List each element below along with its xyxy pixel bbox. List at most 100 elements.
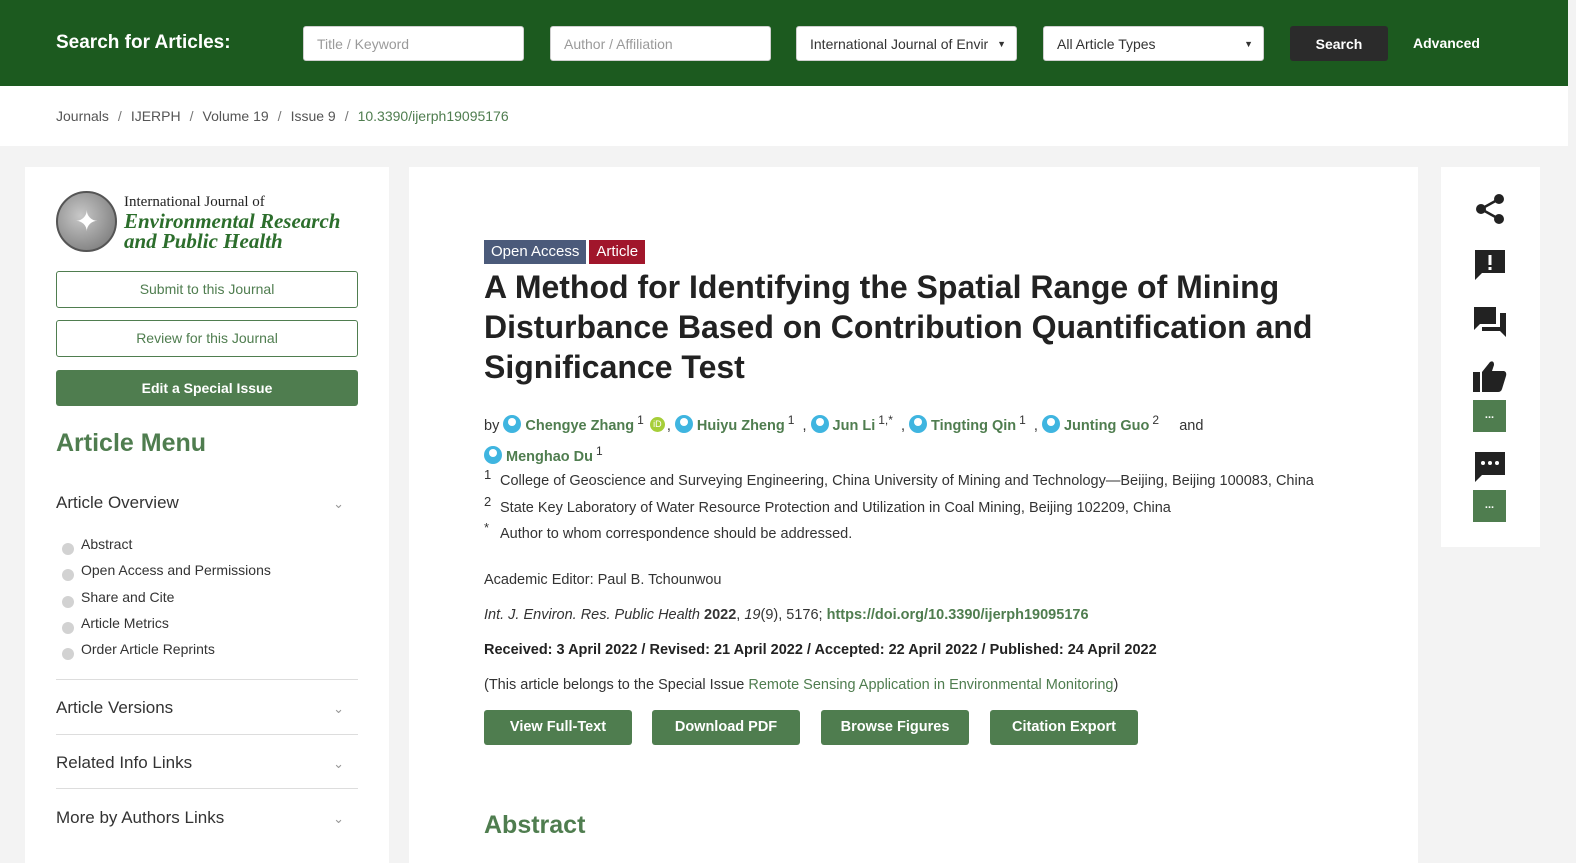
- browse-figures-button[interactable]: Browse Figures: [821, 710, 969, 745]
- author-huiyu-zheng[interactable]: Huiyu Zheng 1: [674, 413, 794, 434]
- author-profile-icon: [810, 414, 829, 433]
- article-title: A Method for Identifying the Spatial Ran…: [484, 269, 1313, 385]
- author-affiliation-mark: 1: [1019, 413, 1026, 427]
- chevron-down-icon: ⌄: [333, 756, 344, 771]
- more-by-authors-toggle[interactable]: More by Authors Links ⌄: [56, 808, 358, 828]
- breadcrumb-ijerph[interactable]: IJERPH: [131, 108, 181, 124]
- doi-link[interactable]: https://doi.org/10.3390/ijerph19095176: [827, 607, 1089, 623]
- author-affiliation-mark: 1: [787, 413, 795, 427]
- author-junting-guo[interactable]: Junting Guo 2: [1041, 413, 1159, 434]
- advanced-search-link[interactable]: Advanced: [1413, 35, 1480, 51]
- divider: [56, 788, 358, 789]
- affiliation-1: 1 College of Geoscience and Surveying Eng…: [484, 467, 1314, 495]
- author-menghao-du[interactable]: Menghao Du 1: [484, 444, 603, 465]
- bullet-icon: [62, 595, 74, 608]
- chevron-down-icon: ⌄: [333, 811, 344, 826]
- author-name: Huiyu Zheng: [696, 417, 785, 434]
- author-list: by Chengye Zhang 1 iD, Huiyu Zheng 1 , Jun…: [484, 413, 1204, 465]
- menu-item-abstract[interactable]: Abstract: [62, 536, 271, 562]
- author-profile-icon: [503, 414, 522, 433]
- chevron-down-icon: ▼: [1244, 39, 1253, 49]
- bullet-icon: [62, 569, 74, 582]
- submit-to-journal-button[interactable]: Submit to this Journal: [56, 271, 358, 308]
- author-jun-li[interactable]: Jun Li 1,*: [810, 413, 893, 434]
- thumbs-up-icon[interactable]: [1472, 358, 1508, 394]
- like-count-badge[interactable]: ...: [1473, 400, 1506, 432]
- breadcrumb-separator: /: [344, 108, 349, 124]
- breadcrumb-separator: /: [117, 108, 122, 124]
- search-label: Search for Articles:: [56, 32, 231, 53]
- article-overview-list: Abstract Open Access and Permissions Sha…: [62, 536, 271, 667]
- menu-item-label: Order Article Reprints: [81, 641, 215, 658]
- publication-dates: Received: 3 April 2022 / Revised: 21 Apr…: [484, 642, 1157, 658]
- edit-special-issue-button[interactable]: Edit a Special Issue: [56, 370, 358, 406]
- bullet-icon: [62, 621, 74, 634]
- divider: [56, 679, 358, 680]
- open-access-badge: Open Access: [484, 240, 587, 264]
- by-label: by: [484, 417, 500, 434]
- author-name: Tingting Qin: [931, 417, 1017, 434]
- comment-count-badge[interactable]: ...: [1473, 490, 1506, 522]
- citation-volume: 19: [744, 607, 761, 623]
- globe-logo-icon: [56, 191, 117, 252]
- menu-item-order-reprints[interactable]: Order Article Reprints: [62, 641, 271, 667]
- affiliation-mark: *: [484, 520, 490, 535]
- article-versions-toggle[interactable]: Article Versions ⌄: [56, 698, 358, 718]
- bullet-icon: [62, 543, 74, 555]
- journal-select[interactable]: International Journal of Envir ▼: [796, 26, 1017, 61]
- author-name: Chengye Zhang: [525, 417, 635, 434]
- divider: [56, 734, 358, 735]
- article-menu-title: Article Menu: [56, 429, 207, 457]
- search-bar: Search for Articles: International Journ…: [0, 0, 1568, 86]
- citation-journal: Int. J. Environ. Res. Public Health: [484, 607, 700, 623]
- journal-logo[interactable]: International Journal of Environmental R…: [56, 191, 356, 253]
- author-affiliation-mark: 1: [596, 443, 603, 458]
- affiliation-text: State Key Laboratory of Water Resource P…: [500, 499, 1171, 516]
- menu-item-label: Abstract: [81, 536, 133, 552]
- citation-line: Int. J. Environ. Res. Public Health 2022…: [484, 607, 1089, 623]
- article-overview-toggle[interactable]: Article Overview ⌄: [56, 493, 358, 513]
- abstract-heading: Abstract: [484, 811, 586, 839]
- menu-item-share-cite[interactable]: Share and Cite: [62, 589, 271, 615]
- more-by-authors-label: More by Authors Links: [56, 808, 225, 827]
- report-icon[interactable]: [1472, 247, 1508, 283]
- breadcrumb-journals[interactable]: Journals: [56, 108, 109, 124]
- related-info-toggle[interactable]: Related Info Links ⌄: [56, 753, 358, 773]
- breadcrumb-bar: Journals / IJERPH / Volume 19 / Issue 9 / 10.339…: [0, 86, 1568, 146]
- breadcrumb-current-doi[interactable]: 10.3390/ijerph19095176: [358, 108, 509, 124]
- search-button[interactable]: Search: [1290, 26, 1388, 61]
- author-profile-icon: [909, 414, 928, 433]
- author-affiliation-mark: 2: [1152, 413, 1160, 427]
- menu-item-label: Share and Cite: [81, 588, 175, 605]
- view-full-text-button[interactable]: View Full-Text: [484, 710, 632, 745]
- special-issue-link[interactable]: Remote Sensing Application in Environmen…: [748, 677, 1113, 693]
- article-badges: Open Access Article: [484, 240, 648, 264]
- article-type-select[interactable]: All Article Types ▼: [1043, 26, 1264, 61]
- article-versions-label: Article Versions: [56, 698, 174, 717]
- orcid-icon[interactable]: iD: [649, 416, 665, 432]
- review-for-journal-button[interactable]: Review for this Journal: [56, 320, 358, 357]
- affiliation-mark: 1: [484, 467, 492, 482]
- author-tingting-qin[interactable]: Tingting Qin 1: [909, 413, 1026, 434]
- author-name: Menghao Du: [506, 448, 593, 465]
- citation-export-button[interactable]: Citation Export: [990, 710, 1138, 745]
- comments-icon[interactable]: [1472, 304, 1508, 340]
- share-icon[interactable]: [1472, 191, 1508, 227]
- breadcrumb-issue[interactable]: Issue 9: [291, 108, 336, 124]
- affiliation-mark: 2: [484, 493, 492, 509]
- special-issue-note: (This article belongs to the Special Iss…: [484, 677, 1118, 693]
- author-profile-icon: [1041, 414, 1060, 433]
- title-keyword-input[interactable]: [303, 26, 524, 61]
- author-affiliation-input[interactable]: [550, 26, 771, 61]
- menu-item-article-metrics[interactable]: Article Metrics: [62, 615, 271, 641]
- special-issue-suffix: ): [1113, 677, 1119, 693]
- menu-item-open-access[interactable]: Open Access and Permissions: [62, 562, 271, 588]
- download-pdf-button[interactable]: Download PDF: [652, 710, 800, 745]
- and-label: and: [1179, 417, 1204, 434]
- author-chengye-zhang[interactable]: Chengye Zhang 1: [503, 413, 644, 434]
- chat-icon[interactable]: [1472, 449, 1508, 485]
- affiliation-text: College of Geoscience and Surveying Engi…: [500, 473, 1314, 489]
- menu-item-label: Article Metrics: [81, 614, 169, 631]
- breadcrumb-volume[interactable]: Volume 19: [203, 108, 269, 124]
- breadcrumb-separator: /: [277, 108, 282, 124]
